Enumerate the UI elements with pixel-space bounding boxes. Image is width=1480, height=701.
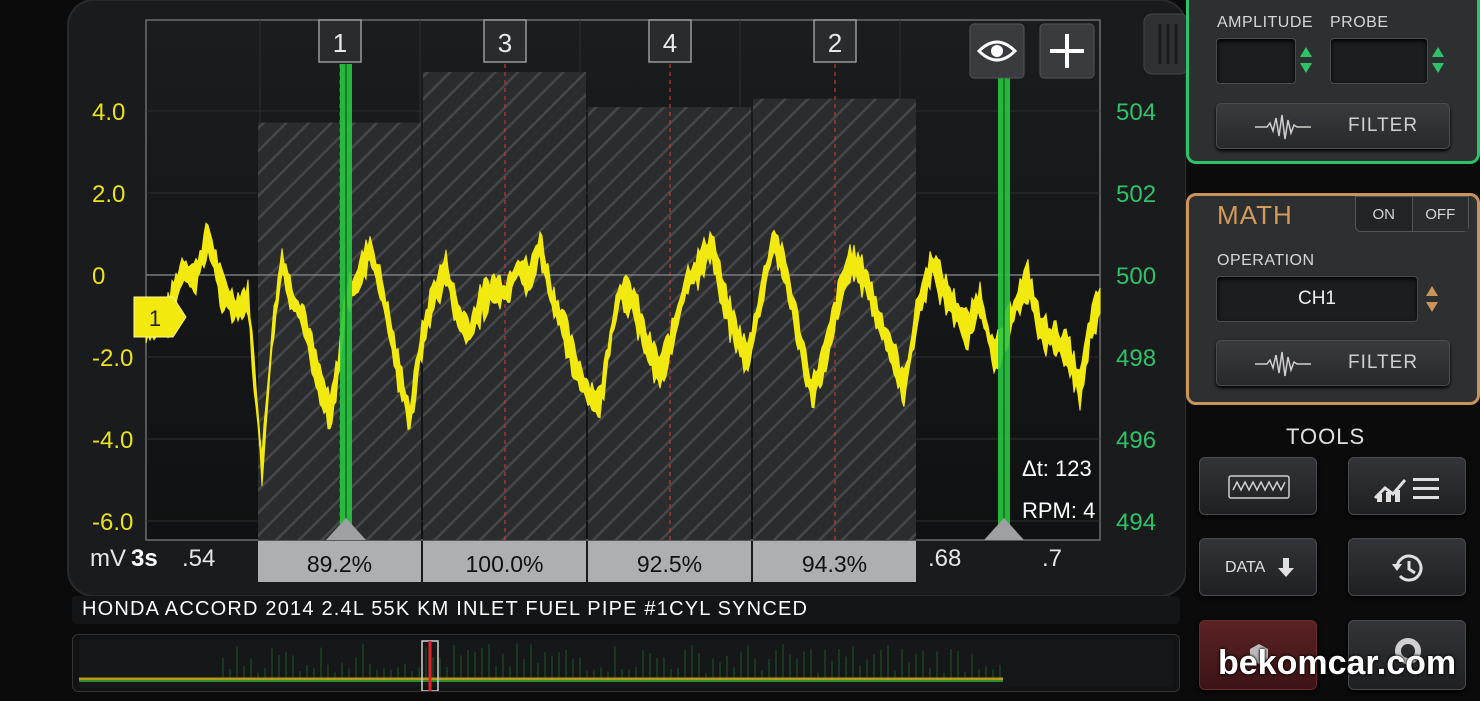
amplitude-label: AMPLITUDE <box>1217 14 1314 31</box>
delta-t-readout: Δt: 123 <box>1022 456 1092 481</box>
duty-label: 94.3% <box>802 551 867 577</box>
math-title: MATH <box>1217 200 1293 230</box>
right-tick-label: 498 <box>1116 345 1156 372</box>
right-tick-label: 502 <box>1116 181 1156 208</box>
capture-title: HONDA ACCORD 2014 2.4L 55K KM INLET FUEL… <box>82 598 809 620</box>
chart-list-icon <box>1373 478 1439 502</box>
math-toggle: ON OFF <box>1355 196 1469 232</box>
history-button[interactable] <box>1348 538 1466 596</box>
operation-stepper[interactable] <box>1422 281 1442 321</box>
history-icon <box>1392 554 1423 582</box>
overview-svg <box>79 639 1173 692</box>
probe-label: PROBE <box>1330 14 1389 31</box>
left-tick-label: 0 <box>92 263 105 290</box>
data-download-button[interactable]: DATA <box>1199 538 1317 596</box>
stepper-arrows-icon <box>1432 47 1444 73</box>
x-tick-label: .68 <box>928 545 961 572</box>
panel-handle[interactable] <box>1143 13 1186 75</box>
math-filter-button[interactable]: FILTER <box>1216 340 1450 386</box>
overview-timeline[interactable] <box>72 634 1180 692</box>
left-tick-label: -4.0 <box>92 427 133 454</box>
x-tick-label: .54 <box>182 545 215 572</box>
time-unit-label: 3s <box>131 545 158 572</box>
right-tick-label: 504 <box>1116 99 1156 126</box>
add-button[interactable] <box>1039 23 1095 79</box>
channel-marker-label: 1 <box>149 306 161 331</box>
channel-filter-button[interactable]: FILTER <box>1216 103 1450 149</box>
amplitude-field[interactable] <box>1216 38 1296 84</box>
scope-svg[interactable]: 1 3 4 2 4.0 2.0 0 -2.0 -4.0 -6.0 504 502 500 498 496… <box>0 0 1186 596</box>
y-unit-label: mV <box>90 545 126 572</box>
operation-label: OPERATION <box>1217 252 1315 269</box>
cylinder-header-label: 3 <box>498 28 512 58</box>
cylinder-header-label: 2 <box>828 28 842 58</box>
duty-label: 89.2% <box>307 551 372 577</box>
operation-value: CH1 <box>1297 288 1336 309</box>
cylinder-header-label: 1 <box>333 28 347 58</box>
channel-filter-label: FILTER <box>1348 115 1419 136</box>
probe-field[interactable] <box>1330 38 1428 84</box>
stepper-arrows-icon <box>1426 286 1438 312</box>
waveform-icon <box>1255 351 1311 377</box>
eye-button[interactable] <box>969 23 1025 79</box>
duty-label: 100.0% <box>465 551 543 577</box>
left-tick-label: -6.0 <box>92 509 133 536</box>
probe-stepper[interactable] <box>1428 42 1448 82</box>
stepper-arrows-icon <box>1300 47 1312 73</box>
measurements-tool-button[interactable] <box>1348 457 1466 515</box>
duty-label: 92.5% <box>637 551 702 577</box>
waveform-icon <box>1255 114 1311 140</box>
math-on-button[interactable]: ON <box>1356 197 1413 231</box>
math-off-button[interactable]: OFF <box>1412 197 1468 231</box>
rpm-readout: RPM: 4 <box>1022 498 1095 523</box>
download-arrow-icon <box>1278 558 1294 577</box>
right-tick-label: 494 <box>1116 509 1156 536</box>
x-tick-label: .7 <box>1042 545 1062 572</box>
left-tick-label: 4.0 <box>92 99 125 126</box>
watermark: bekomcar.com <box>1218 644 1457 682</box>
waveform-tool-button[interactable] <box>1199 457 1317 515</box>
waveform-box-icon <box>1228 475 1290 499</box>
left-tick-label: -2.0 <box>92 345 133 372</box>
capture-title-bar[interactable]: HONDA ACCORD 2014 2.4L 55K KM INLET FUEL… <box>72 596 1180 624</box>
math-filter-label: FILTER <box>1348 352 1419 373</box>
tools-title: TOOLS <box>1286 424 1366 449</box>
math-panel: MATH ON OFF OPERATION CH1 FILTER <box>1186 193 1480 405</box>
operation-select[interactable]: CH1 <box>1216 276 1418 322</box>
right-tick-label: 496 <box>1116 427 1156 454</box>
data-label: DATA <box>1225 559 1266 576</box>
cylinder-header-label: 4 <box>663 28 677 58</box>
right-tick-label: 500 <box>1116 263 1156 290</box>
left-tick-label: 2.0 <box>92 181 125 208</box>
amplitude-stepper[interactable] <box>1296 42 1316 82</box>
channel-panel: AMPLITUDE PROBE FILTER <box>1186 0 1480 164</box>
